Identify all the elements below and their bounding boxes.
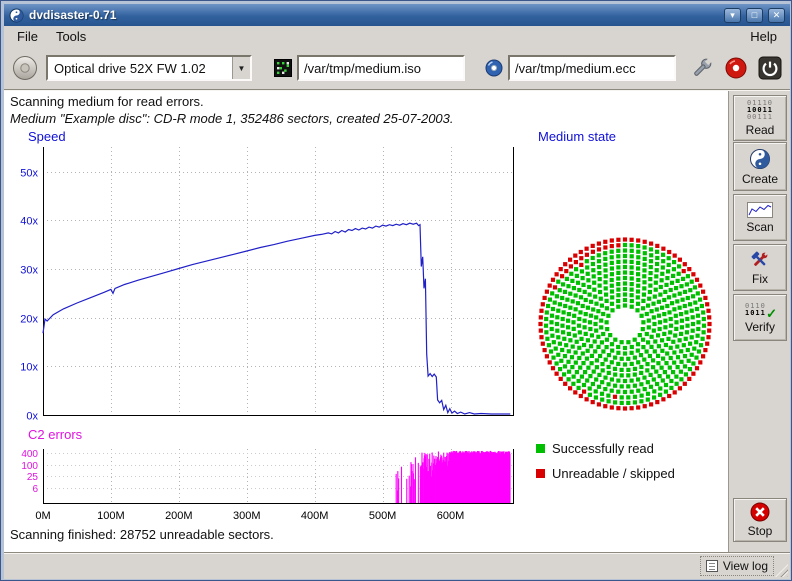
svg-text:100M: 100M xyxy=(97,510,125,522)
svg-text:30x: 30x xyxy=(20,265,38,277)
close-button[interactable]: ✕ xyxy=(768,8,785,23)
medium-info: Medium "Example disc": CD-R mode 1, 3524… xyxy=(10,111,454,126)
ecc-file-input[interactable] xyxy=(508,55,676,81)
view-log-label: View log xyxy=(723,559,768,573)
view-log-button[interactable]: View log xyxy=(700,556,774,576)
speed-chart-title: Speed xyxy=(28,129,66,144)
drive-selector-value: Optical drive 52X FW 1.02 xyxy=(48,61,232,76)
drive-select-button[interactable] xyxy=(12,55,38,81)
window-icon xyxy=(9,8,24,23)
image-file-button[interactable] xyxy=(274,59,292,77)
verify-icon: 0110 1011 ✓ xyxy=(745,302,775,318)
menu-file[interactable]: File xyxy=(8,27,47,46)
svg-text:40x: 40x xyxy=(20,216,38,228)
status-message: Scanning medium for read errors. xyxy=(10,94,204,109)
medium-state-disc xyxy=(532,231,718,417)
stop-icon xyxy=(750,502,770,522)
c2-chart-title: C2 errors xyxy=(28,427,82,442)
svg-text:200M: 200M xyxy=(165,510,193,522)
chevron-down-icon[interactable]: ▼ xyxy=(232,57,250,79)
menu-help[interactable]: Help xyxy=(741,27,786,46)
legend-good-swatch xyxy=(536,444,545,453)
stop-label: Stop xyxy=(748,524,773,538)
menu-tools[interactable]: Tools xyxy=(47,27,95,46)
app-window: dvdisaster-0.71 ▾ □ ✕ File Tools Help Op… xyxy=(0,0,792,581)
window-body: dvdisaster-0.71 ▾ □ ✕ File Tools Help Op… xyxy=(4,4,790,579)
preferences-button[interactable] xyxy=(690,56,714,80)
svg-text:400M: 400M xyxy=(301,510,329,522)
repair-tools-icon xyxy=(748,250,772,270)
minimize-button[interactable]: ▾ xyxy=(724,8,741,23)
scan-chart-icon xyxy=(747,202,773,218)
svg-text:25: 25 xyxy=(27,472,39,483)
yin-yang-icon xyxy=(749,148,771,170)
medium-state-title: Medium state xyxy=(538,129,616,144)
read-button[interactable]: 01110 10011 00111 Read xyxy=(733,95,787,141)
menubar: File Tools Help xyxy=(4,26,790,47)
svg-text:400: 400 xyxy=(21,449,38,460)
svg-text:500M: 500M xyxy=(369,510,397,522)
toolbar: Optical drive 52X FW 1.02 ▼ xyxy=(4,47,790,89)
svg-text:6: 6 xyxy=(32,484,38,495)
svg-text:100: 100 xyxy=(21,461,38,472)
check-icon: ✓ xyxy=(766,306,777,322)
main-panel: Scanning medium for read errors. Medium … xyxy=(4,91,728,552)
c2-errors-chart: 0M 100M 200M 300M 400M 500M 600M 400100256 xyxy=(7,445,521,527)
ecc-file-button[interactable] xyxy=(485,59,503,77)
speed-chart: 0x 10x 20x 30x 40x 50x xyxy=(7,147,521,421)
titlebar[interactable]: dvdisaster-0.71 ▾ □ ✕ xyxy=(4,4,790,26)
wrench-icon xyxy=(690,56,714,80)
fix-button[interactable]: Fix xyxy=(733,244,787,291)
fix-label: Fix xyxy=(752,272,768,286)
image-file-icon xyxy=(274,59,292,77)
stop-button[interactable]: Stop xyxy=(733,498,787,542)
read-label: Read xyxy=(746,123,775,137)
svg-text:300M: 300M xyxy=(233,510,261,522)
drive-icon xyxy=(12,55,38,81)
svg-text:20x: 20x xyxy=(20,314,38,326)
action-sidebar: 01110 10011 00111 Read Create xyxy=(728,91,790,552)
log-icon xyxy=(706,560,718,572)
drive-selector-combobox[interactable]: Optical drive 52X FW 1.02 ▼ xyxy=(46,55,252,81)
legend-good-label: Successfully read xyxy=(552,441,654,456)
legend-item-bad: Unreadable / skipped xyxy=(536,466,675,481)
about-button[interactable] xyxy=(724,56,748,80)
verify-button[interactable]: 0110 1011 ✓ Verify xyxy=(733,294,787,341)
svg-text:50x: 50x xyxy=(20,168,38,180)
create-button[interactable]: Create xyxy=(733,142,787,191)
scan-button[interactable]: Scan xyxy=(733,194,787,241)
statusbar: View log xyxy=(4,552,790,579)
svg-text:600M: 600M xyxy=(437,510,465,522)
power-icon xyxy=(758,56,782,80)
medium-state-legend: Successfully read Unreadable / skipped xyxy=(536,441,675,481)
maximize-button[interactable]: □ xyxy=(746,8,763,23)
quit-button[interactable] xyxy=(758,56,782,80)
svg-text:0x: 0x xyxy=(26,411,38,422)
legend-bad-swatch xyxy=(536,469,545,478)
resize-grip[interactable] xyxy=(775,564,788,577)
scan-result-text: Scanning finished: 28752 unreadable sect… xyxy=(10,527,274,542)
ecc-file-icon xyxy=(485,59,503,77)
window-title: dvdisaster-0.71 xyxy=(29,8,719,22)
create-label: Create xyxy=(742,172,778,186)
legend-bad-label: Unreadable / skipped xyxy=(552,466,675,481)
svg-text:0M: 0M xyxy=(35,510,50,522)
read-icon: 01110 10011 00111 xyxy=(747,100,773,121)
scan-label: Scan xyxy=(746,220,773,234)
legend-item-good: Successfully read xyxy=(536,441,675,456)
svg-text:10x: 10x xyxy=(20,362,38,374)
red-disc-icon xyxy=(724,56,748,80)
image-file-input[interactable] xyxy=(297,55,465,81)
verify-label: Verify xyxy=(745,320,775,334)
